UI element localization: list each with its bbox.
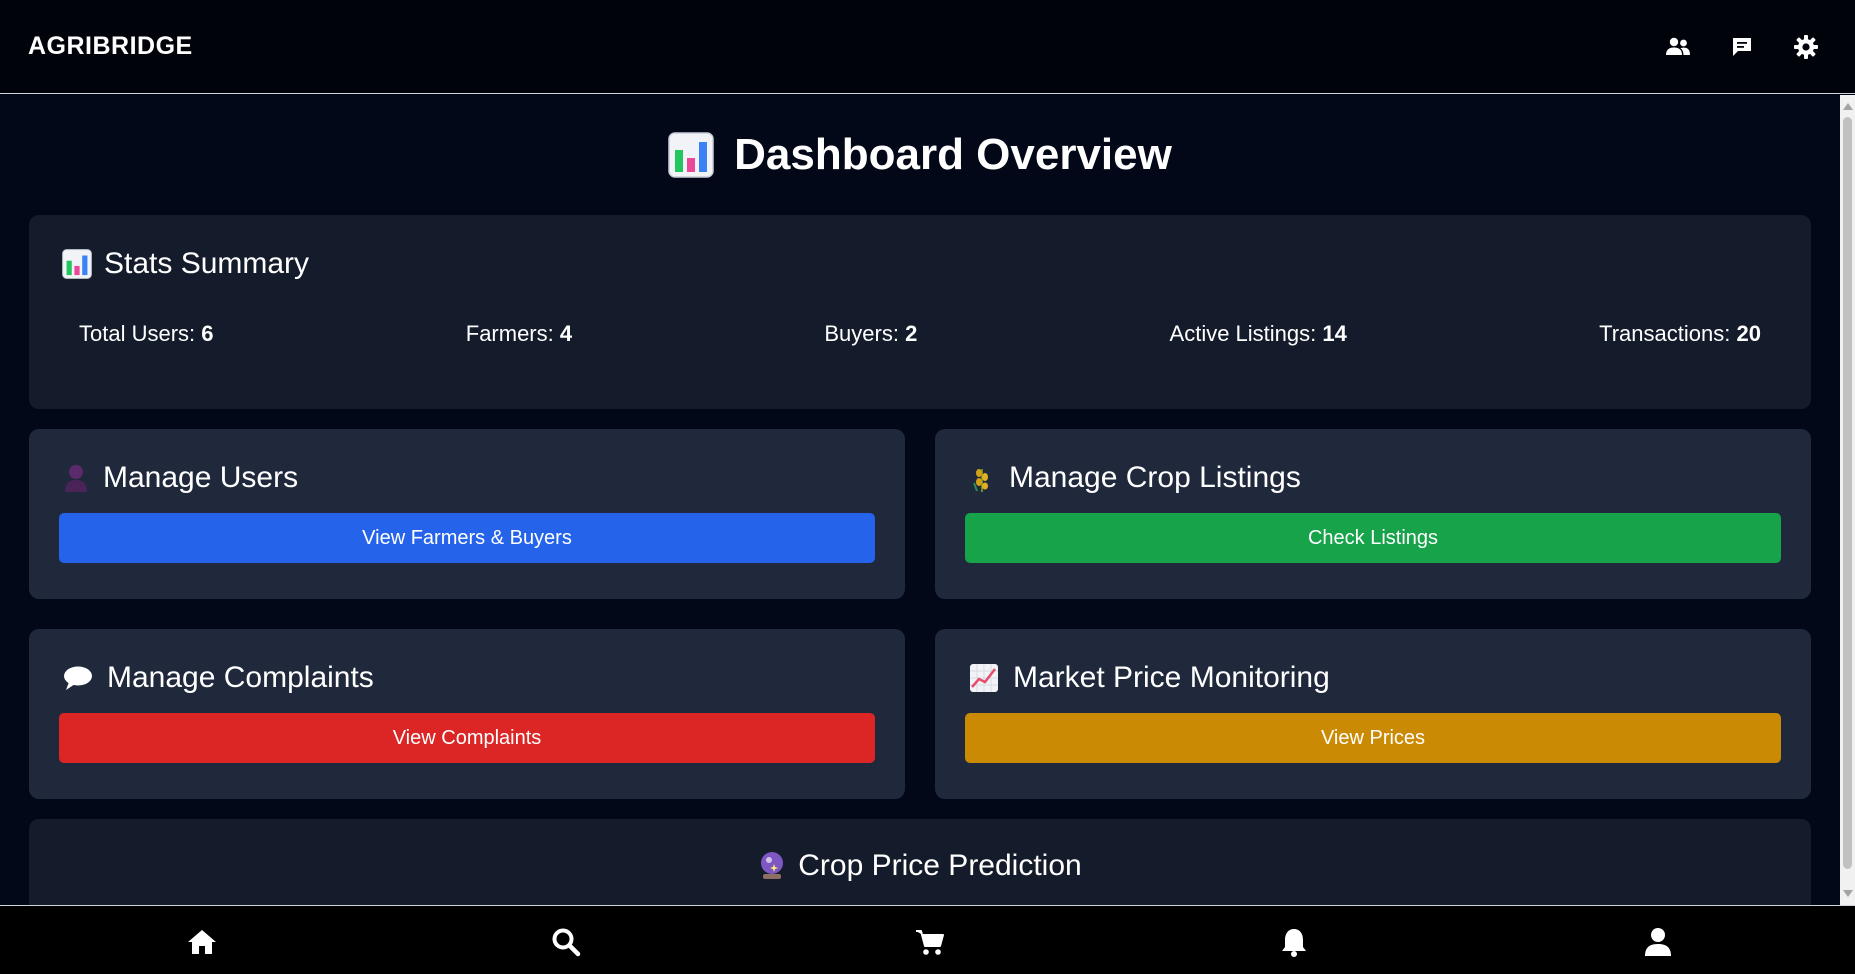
stats-summary-heading: Stats Summary [62, 247, 1778, 281]
bottom-navigation [0, 905, 1855, 974]
stat-total-users: Total Users: 6 [79, 321, 214, 347]
crop-price-prediction-card: Crop Price Prediction [29, 819, 1811, 905]
panel-title: Manage Crop Listings [1009, 461, 1301, 494]
scroll-thumb[interactable] [1843, 117, 1852, 869]
stat-label: Transactions: [1599, 321, 1731, 346]
panel-title: Market Price Monitoring [1013, 661, 1330, 694]
stat-label: Farmers: [465, 321, 554, 346]
stat-value: 14 [1322, 321, 1347, 346]
stat-buyers: Buyers: 2 [824, 321, 917, 347]
home-icon[interactable] [186, 926, 218, 958]
bar-chart-icon [668, 132, 714, 178]
stat-transactions: Transactions: 20 [1599, 321, 1761, 347]
speech-bubble-icon [64, 666, 92, 690]
search-icon[interactable] [550, 926, 582, 958]
stat-label: Total Users: [79, 321, 196, 346]
manage-listings-panel: Manage Crop Listings Check Listings [935, 429, 1811, 599]
trend-chart-icon [970, 664, 998, 692]
market-price-heading: Market Price Monitoring [965, 661, 1781, 695]
stat-value: 6 [201, 321, 214, 346]
scroll-up-arrow-icon[interactable] [1843, 103, 1853, 110]
page-title: Dashboard Overview [29, 125, 1811, 185]
manage-users-panel: Manage Users View Farmers & Buyers [29, 429, 905, 599]
manage-listings-heading: Manage Crop Listings [965, 461, 1781, 495]
scroll-down-arrow-icon[interactable] [1843, 890, 1853, 897]
crop-icon [973, 469, 988, 492]
stat-value: 20 [1736, 321, 1761, 346]
check-listings-button[interactable]: Check Listings [965, 513, 1781, 563]
view-prices-button[interactable]: View Prices [965, 713, 1781, 763]
panel-title: Crop Price Prediction [798, 849, 1082, 882]
management-grid: Manage Users View Farmers & Buyers Manag… [29, 429, 1811, 799]
stats-summary-title: Stats Summary [104, 247, 310, 280]
view-complaints-button[interactable]: View Complaints [59, 713, 875, 763]
user-icon[interactable] [1642, 926, 1674, 958]
stat-farmers: Farmers: 4 [466, 321, 572, 347]
bar-chart-icon [62, 249, 92, 279]
stats-summary-card: Stats Summary Total Users: 6 Farmers: 4 … [29, 215, 1811, 409]
stats-row: Total Users: 6 Farmers: 4 Buyers: 2 Acti… [62, 321, 1778, 347]
users-icon[interactable] [1665, 34, 1691, 60]
stat-value: 4 [559, 321, 573, 346]
panel-title: Manage Complaints [107, 661, 374, 694]
manage-complaints-panel: Manage Complaints View Complaints [29, 629, 905, 799]
vertical-scrollbar[interactable] [1840, 95, 1855, 905]
view-farmers-buyers-button[interactable]: View Farmers & Buyers [59, 513, 875, 563]
crystal-ball-icon [761, 852, 784, 879]
manage-users-heading: Manage Users [59, 461, 875, 495]
top-bar: AGRIBRIDGE [0, 0, 1855, 94]
bell-icon[interactable] [1278, 926, 1310, 958]
top-actions [1665, 34, 1827, 60]
crop-price-prediction-heading: Crop Price Prediction [758, 849, 1082, 883]
cart-icon[interactable] [914, 926, 946, 958]
panel-title: Manage Users [103, 461, 299, 494]
person-icon [65, 465, 87, 492]
page-title-text: Dashboard Overview [734, 130, 1172, 179]
chat-icon[interactable] [1729, 34, 1755, 60]
stat-label: Buyers: [824, 321, 899, 346]
stat-active-listings: Active Listings: 14 [1170, 321, 1347, 347]
brand-logo[interactable]: AGRIBRIDGE [28, 32, 193, 61]
main-content[interactable]: Dashboard Overview Stats Summary Total U… [0, 95, 1840, 905]
market-price-panel: Market Price Monitoring View Prices [935, 629, 1811, 799]
gear-icon[interactable] [1793, 34, 1819, 60]
manage-complaints-heading: Manage Complaints [59, 661, 875, 695]
stat-label: Active Listings: [1169, 321, 1317, 346]
stat-value: 2 [905, 321, 918, 346]
